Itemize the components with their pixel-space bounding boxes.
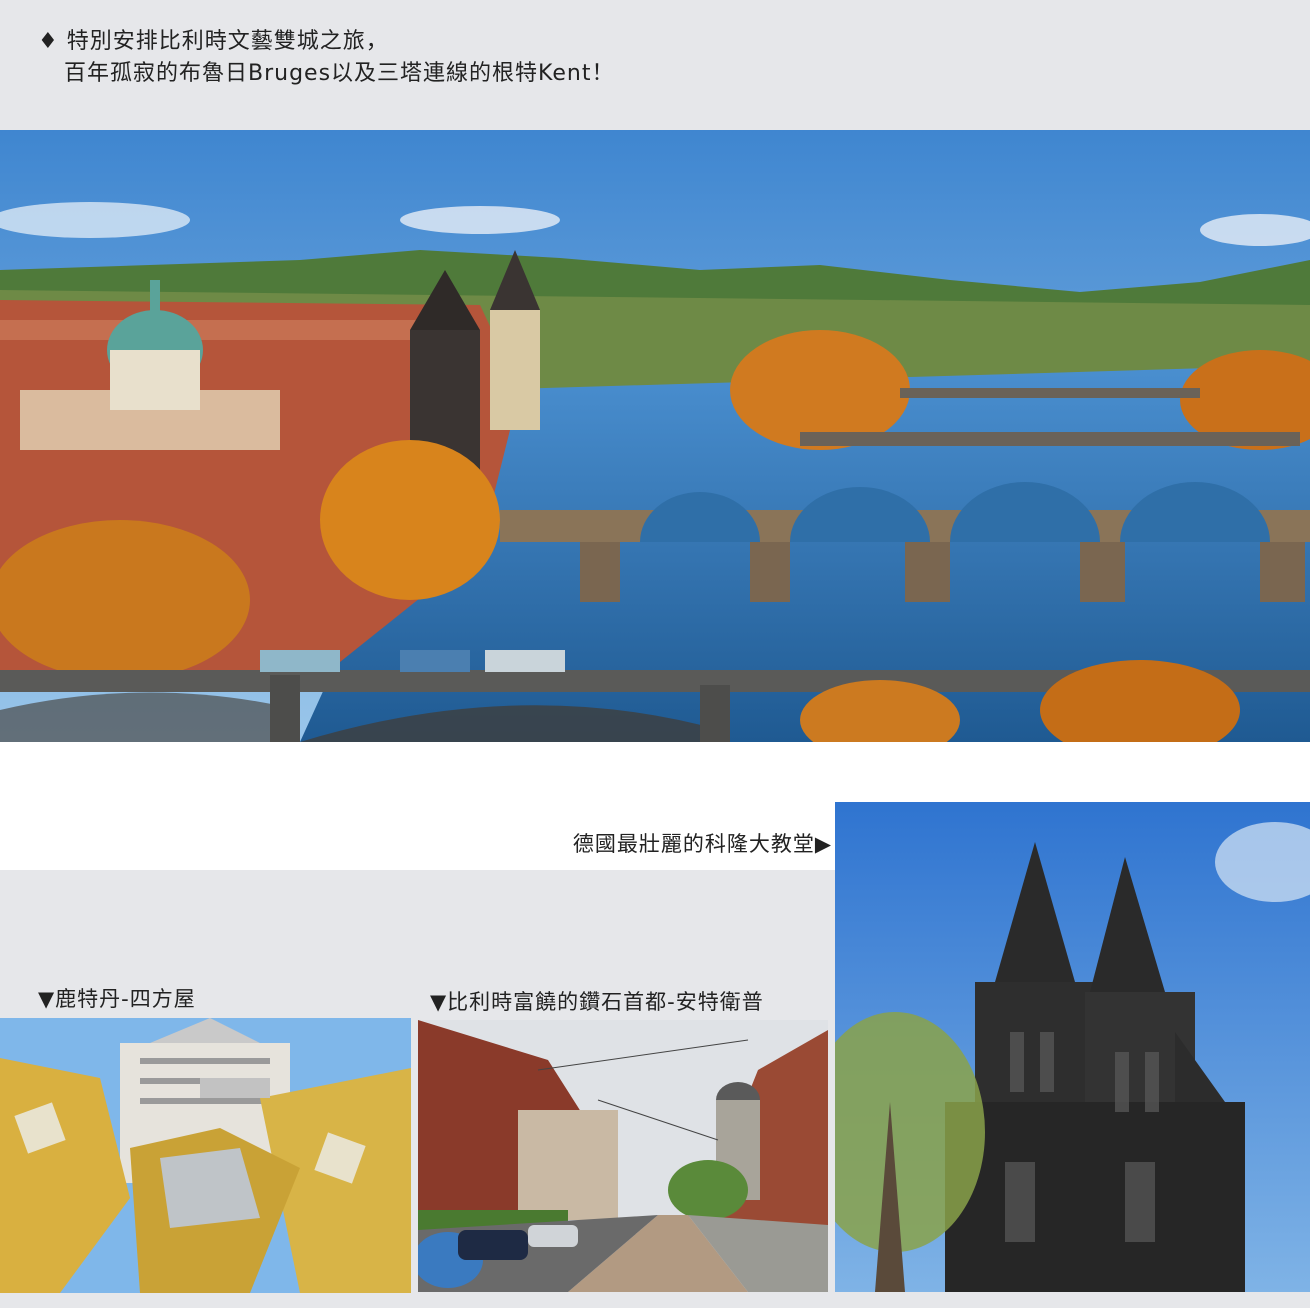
intro-line-2: 百年孤寂的布魯日Bruges以及三塔連線的根特Kent！ [64, 61, 615, 86]
rotterdam-cube-houses-photo [0, 1018, 411, 1293]
hero-prague-photo [0, 130, 1310, 742]
bullet-diamond-icon: ♦ [38, 29, 59, 54]
cologne-cathedral-photo [835, 802, 1310, 1292]
caption-antwerp: ▼比利時富饒的鑽石首都-安特衛普 [430, 990, 764, 1014]
antwerp-street-photo [418, 1020, 828, 1292]
caption-cologne: 德國最壯麗的科隆大教堂▶ [572, 832, 832, 856]
intro-text: ♦ 特別安排比利時文藝雙城之旅， 百年孤寂的布魯日Bruges以及三塔連線的根特… [38, 26, 614, 90]
intro-line-1: 特別安排比利時文藝雙城之旅， [66, 29, 389, 54]
caption-rotterdam: ▼鹿特丹-四方屋 [38, 987, 196, 1011]
